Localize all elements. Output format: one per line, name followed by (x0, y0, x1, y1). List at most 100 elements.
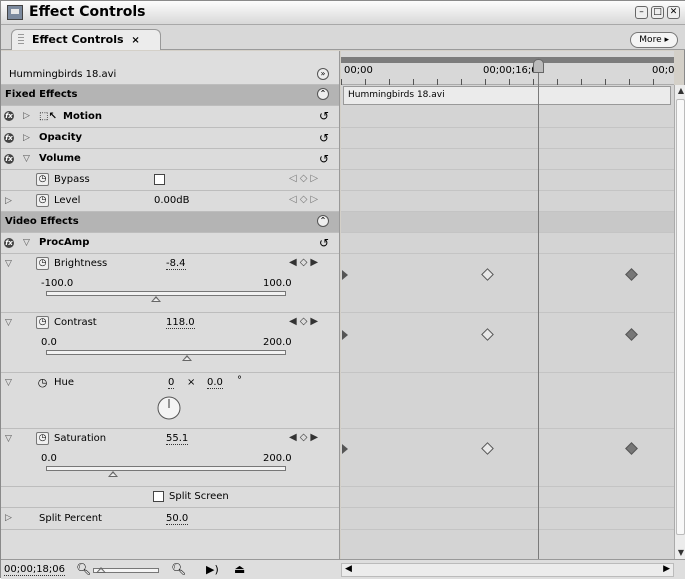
saturation-slider[interactable] (46, 466, 286, 477)
level-value[interactable]: 0.00dB (154, 195, 189, 206)
split-screen-checkbox[interactable] (153, 491, 164, 502)
keyframe-start-icon[interactable] (342, 270, 348, 280)
brightness-slider[interactable] (46, 291, 286, 302)
minimize-icon[interactable]: – (635, 6, 648, 19)
procamp-row[interactable]: fx ▽ ProcAmp ↺ (1, 233, 339, 254)
effect-controls-window: Effect Controls – □ ✕ Effect Controls × … (0, 0, 685, 579)
hue-rotations[interactable]: 0 (168, 377, 175, 389)
saturation-slider-thumb[interactable] (107, 471, 118, 477)
stopwatch-icon[interactable]: ◷ (36, 194, 49, 207)
keyframe-nav-icon[interactable]: ◀◇▶ (289, 257, 321, 268)
contrast-slider[interactable] (46, 350, 286, 361)
more-button[interactable]: More ▸ (630, 32, 678, 48)
show-hide-timeline-icon[interactable]: » (317, 68, 329, 80)
collapse-triangle-icon[interactable]: ▽ (23, 154, 33, 164)
split-percent-row: ▷ Split Percent 50.0 (1, 508, 339, 530)
collapse-fixed-icon[interactable]: ⌃ (317, 88, 329, 100)
fx-toggle-icon[interactable]: fx (4, 238, 14, 248)
effects-list-panel: Hummingbirds 18.avi » Fixed Effects ⌃ fx… (1, 51, 340, 559)
opacity-row[interactable]: fx ▷ Opacity ↺ (1, 128, 339, 149)
scroll-up-icon[interactable]: ▲ (676, 85, 685, 97)
zoom-slider[interactable] (93, 567, 159, 573)
motion-row[interactable]: fx ▷ ⬚↖ Motion ↺ (1, 106, 339, 128)
keyframe-start-icon[interactable] (342, 330, 348, 340)
expand-triangle-icon[interactable]: ▷ (23, 133, 33, 143)
fx-toggle-icon[interactable]: fx (4, 133, 14, 143)
scroll-down-icon[interactable]: ▼ (676, 547, 685, 559)
timeline-row-split-percent (341, 508, 674, 530)
fx-toggle-icon[interactable]: fx (4, 154, 14, 164)
expand-triangle-icon[interactable]: ▷ (5, 513, 15, 523)
saturation-value[interactable]: 55.1 (166, 433, 189, 445)
current-time-indicator[interactable] (538, 57, 539, 559)
collapse-triangle-icon[interactable]: ▽ (5, 259, 15, 269)
keyframe-diamond-icon[interactable] (481, 328, 494, 341)
expand-triangle-icon[interactable]: ▷ (5, 196, 15, 206)
keyframe-nav-icon[interactable]: ◁◇▷ (289, 173, 321, 184)
stopwatch-icon[interactable]: ◷ (36, 316, 49, 329)
bypass-label: Bypass (54, 174, 90, 185)
collapse-triangle-icon[interactable]: ▽ (5, 378, 15, 388)
maximize-icon[interactable]: □ (651, 6, 664, 19)
scroll-left-icon[interactable]: ◀ (345, 564, 352, 574)
opacity-label: Opacity (39, 132, 83, 143)
bypass-checkbox[interactable] (154, 174, 165, 185)
stopwatch-icon[interactable]: ◷ (36, 173, 49, 186)
collapse-triangle-icon[interactable]: ▽ (5, 318, 15, 328)
reset-icon[interactable]: ↺ (319, 109, 329, 123)
timeline-row-split-screen (341, 487, 674, 508)
stopwatch-icon[interactable]: ◷ (36, 432, 49, 445)
keyframe-nav-icon[interactable]: ◀◇▶ (289, 432, 321, 443)
reset-icon[interactable]: ↺ (319, 152, 329, 166)
playhead-handle[interactable] (533, 59, 544, 73)
brightness-value[interactable]: -8.4 (166, 258, 186, 270)
reset-icon[interactable]: ↺ (319, 131, 329, 145)
keyframe-diamond-icon[interactable] (481, 442, 494, 455)
keyframe-diamond-icon[interactable] (481, 268, 494, 281)
scroll-right-icon[interactable]: ▶ (663, 564, 670, 574)
keyframe-nav-icon[interactable]: ◀◇▶ (289, 316, 321, 327)
brightness-min: -100.0 (41, 278, 74, 289)
hue-dial[interactable] (156, 395, 182, 421)
timeline-row-procamp (341, 233, 674, 254)
motion-icon[interactable]: ⬚↖ (39, 111, 57, 122)
zoom-slider-thumb[interactable] (96, 567, 106, 573)
export-icon[interactable]: ⏏ (234, 562, 245, 576)
horizontal-scrollbar[interactable]: ◀ ▶ (341, 563, 674, 577)
tab-grip-icon[interactable] (18, 34, 24, 46)
play-audio-icon[interactable]: ▶) (206, 563, 219, 576)
work-area-bar[interactable] (341, 57, 674, 63)
scroll-thumb[interactable] (676, 99, 685, 535)
contrast-max: 200.0 (263, 337, 292, 348)
close-icon[interactable]: ✕ (667, 6, 680, 19)
tab-effect-controls[interactable]: Effect Controls × (11, 29, 161, 50)
keyframe-diamond-icon[interactable] (625, 328, 638, 341)
current-timecode[interactable]: 00;00;18;06 (4, 564, 66, 576)
title-bar: Effect Controls – □ ✕ (1, 1, 685, 25)
stopwatch-icon[interactable]: ◷ (36, 257, 49, 270)
zoom-out-icon[interactable]: 🔍︎ (76, 562, 91, 576)
tab-close-icon[interactable]: × (131, 35, 139, 46)
keyframe-diamond-icon[interactable] (625, 442, 638, 455)
keyframe-nav-icon[interactable]: ◁◇▷ (289, 194, 321, 205)
saturation-min: 0.0 (41, 453, 57, 464)
keyframe-diamond-icon[interactable] (625, 268, 638, 281)
expand-triangle-icon[interactable]: ▷ (23, 111, 33, 121)
clip-bar[interactable]: Hummingbirds 18.avi (343, 86, 671, 105)
collapse-video-icon[interactable]: ⌃ (317, 215, 329, 227)
split-percent-value[interactable]: 50.0 (166, 513, 189, 525)
collapse-triangle-icon[interactable]: ▽ (23, 238, 33, 248)
volume-row[interactable]: fx ▽ Volume ↺ (1, 149, 339, 170)
contrast-slider-thumb[interactable] (182, 355, 193, 361)
hue-degrees[interactable]: 0.0 (207, 377, 223, 389)
collapse-triangle-icon[interactable]: ▽ (5, 434, 15, 444)
time-ruler[interactable]: 00;00 00;00;16;00 00;0 (341, 51, 674, 85)
fx-toggle-icon[interactable]: fx (4, 111, 14, 121)
zoom-in-icon[interactable]: 🔍︎ (171, 562, 186, 576)
contrast-value[interactable]: 118.0 (166, 317, 195, 329)
reset-icon[interactable]: ↺ (319, 236, 329, 250)
keyframe-start-icon[interactable] (342, 444, 348, 454)
brightness-slider-thumb[interactable] (151, 296, 161, 302)
vertical-scrollbar[interactable]: ▲ ▼ (674, 85, 685, 559)
stopwatch-icon[interactable]: ◷ (36, 376, 49, 389)
